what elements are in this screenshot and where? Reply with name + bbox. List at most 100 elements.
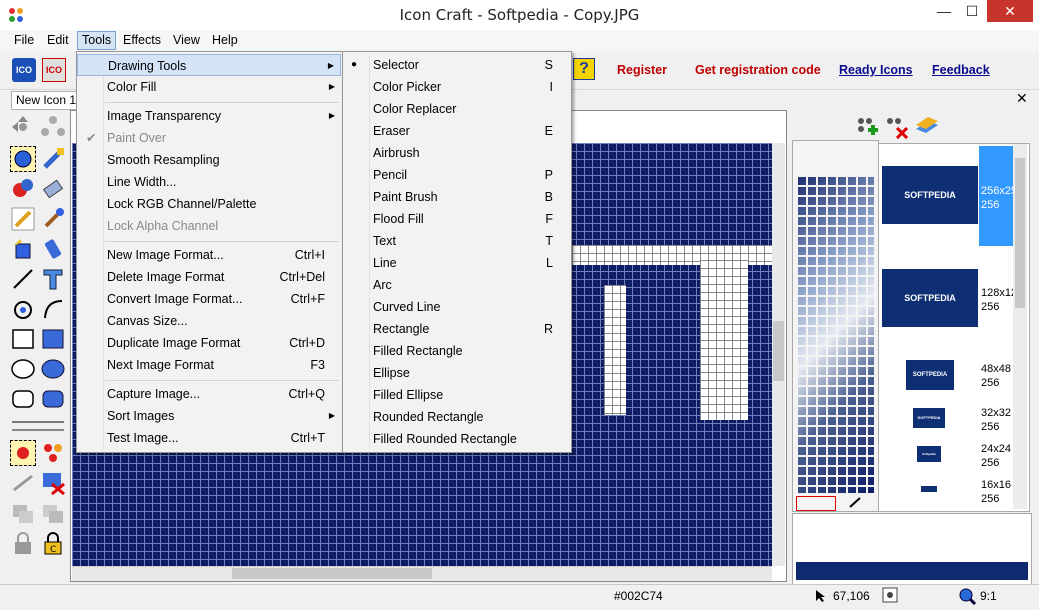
paint-mode-single-icon[interactable]	[10, 440, 36, 466]
menu-view[interactable]: View	[169, 32, 204, 49]
maximize-button[interactable]: ☐	[958, 0, 986, 22]
menu-tools[interactable]: Tools	[77, 31, 117, 50]
menu-item-convert-image-format[interactable]: Convert Image Format... Ctrl+F	[77, 288, 341, 310]
paint-brush-icon[interactable]	[40, 206, 66, 232]
rectangle-icon[interactable]	[10, 326, 36, 352]
format-thumbnail[interactable]: SOFTPEDIA	[882, 269, 978, 327]
horizontal-scrollbar[interactable]	[72, 566, 772, 581]
menu-item-filled-rectangle[interactable]: Filled Rectangle	[343, 340, 569, 362]
flood-fill-icon[interactable]	[10, 236, 36, 262]
menu-item-capture-image[interactable]: Capture Image... Ctrl+Q	[77, 383, 341, 405]
format-thumbnail[interactable]	[921, 486, 937, 492]
menu-item-ellipse[interactable]: Ellipse	[343, 362, 569, 384]
menu-item-next-image-format[interactable]: Next Image Format F3	[77, 354, 341, 376]
text-tool-icon[interactable]	[40, 266, 66, 292]
menu-item-sort-images[interactable]: Sort Images ▶	[77, 405, 341, 427]
menu-item-pencil[interactable]: Pencil P	[343, 164, 569, 186]
curved-line-icon[interactable]	[40, 296, 66, 322]
help-icon[interactable]: ?	[573, 58, 595, 80]
menu-item-filled-ellipse[interactable]: Filled Ellipse	[343, 384, 569, 406]
register-link[interactable]: Register	[617, 63, 667, 77]
menu-item-color-replacer[interactable]: Color Replacer	[343, 98, 569, 120]
menu-item-drawing-tools[interactable]: Drawing Tools ▶	[77, 54, 341, 76]
menu-item-color-picker[interactable]: Color Picker I	[343, 76, 569, 98]
menu-item-delete-image-format[interactable]: Delete Image Format Ctrl+Del	[77, 266, 341, 288]
menu-item-lock-rgb[interactable]: Lock RGB Channel/Palette	[77, 193, 341, 215]
menu-item-canvas-size[interactable]: Canvas Size...	[77, 310, 341, 332]
menu-item-rounded-rectangle[interactable]: Rounded Rectangle	[343, 406, 569, 428]
smooth-line-icon[interactable]	[10, 470, 36, 496]
color-picker-icon[interactable]	[40, 146, 66, 172]
stack-icon[interactable]	[10, 500, 36, 526]
lock-icon[interactable]	[10, 530, 36, 556]
line-tool-icon[interactable]	[10, 266, 36, 292]
eraser-icon[interactable]	[40, 176, 66, 202]
resize-arrows-icon[interactable]	[40, 114, 66, 140]
menu-effects[interactable]: Effects	[119, 32, 165, 49]
menu-item-lock-alpha[interactable]: Lock Alpha Channel	[77, 215, 341, 237]
menu-item-flood-fill[interactable]: Flood Fill F	[343, 208, 569, 230]
menu-item-selector[interactable]: ● Selector S	[343, 54, 569, 76]
zoom-icon[interactable]	[958, 587, 977, 606]
airbrush-icon[interactable]	[40, 236, 66, 262]
arc-tool-icon[interactable]	[10, 296, 36, 322]
menu-edit[interactable]: Edit	[43, 32, 73, 49]
line-width-icon[interactable]	[10, 416, 66, 436]
get-code-link[interactable]: Get registration code	[695, 63, 821, 77]
format-thumbnail[interactable]: SOFTPEDIA	[906, 360, 954, 390]
selector-tool-icon[interactable]	[10, 146, 36, 172]
format-thumbnail[interactable]: Softpedia	[917, 446, 941, 462]
menu-file[interactable]: File	[10, 32, 38, 49]
menu-item-curved-line[interactable]: Curved Line	[343, 296, 569, 318]
image-format-list[interactable]: SOFTPEDIA 256x256 256 SOFTPEDIA 128x128 …	[878, 143, 1030, 512]
minimize-button[interactable]: —	[930, 0, 958, 22]
menu-item-paint-over[interactable]: ✔ Paint Over	[77, 127, 341, 149]
paint-mode-multi-icon[interactable]	[40, 440, 66, 466]
move-arrows-icon[interactable]	[10, 114, 36, 140]
color-palette-grid[interactable]	[796, 175, 874, 493]
menu-item-test-image[interactable]: Test Image... Ctrl+T	[77, 427, 341, 449]
palette-bottom-swatch[interactable]	[796, 496, 836, 511]
format-thumbnail[interactable]: SOFTPEDIA	[882, 166, 978, 224]
eyedropper-icon[interactable]	[848, 496, 862, 509]
transparency-icon[interactable]	[40, 470, 66, 496]
color-replacer-icon[interactable]	[10, 176, 36, 202]
layers-icon[interactable]	[914, 115, 940, 139]
ellipse-icon[interactable]	[10, 356, 36, 382]
vertical-scrollbar[interactable]	[772, 143, 785, 566]
menu-item-line[interactable]: Line L	[343, 252, 569, 274]
menu-help[interactable]: Help	[208, 32, 242, 49]
menu-item-text[interactable]: Text T	[343, 230, 569, 252]
add-format-icon[interactable]	[855, 115, 879, 139]
format-thumbnail[interactable]: SOFTPEDIA	[913, 408, 945, 428]
menu-item-smooth-resampling[interactable]: Smooth Resampling	[77, 149, 341, 171]
delete-format-icon[interactable]	[884, 115, 909, 140]
menu-item-eraser[interactable]: Eraser E	[343, 120, 569, 142]
menu-item-line-width[interactable]: Line Width...	[77, 171, 341, 193]
menu-item-new-image-format[interactable]: New Image Format... Ctrl+I	[77, 244, 341, 266]
pencil-icon[interactable]	[10, 206, 36, 232]
scroll-thumb[interactable]	[1015, 158, 1025, 308]
filled-rectangle-icon[interactable]	[40, 326, 66, 352]
close-button[interactable]: ✕	[987, 0, 1033, 22]
menu-item-paint-brush[interactable]: Paint Brush B	[343, 186, 569, 208]
tab-new-icon-1[interactable]: New Icon 1	[11, 91, 79, 110]
ready-icons-link[interactable]: Ready Icons	[839, 63, 913, 77]
menu-item-airbrush[interactable]: Airbrush	[343, 142, 569, 164]
filled-rounded-rectangle-icon[interactable]	[40, 386, 66, 412]
menu-item-filled-rounded-rectangle[interactable]: Filled Rounded Rectangle	[343, 428, 569, 450]
menu-item-image-transparency[interactable]: Image Transparency ▶	[77, 105, 341, 127]
close-document-icon[interactable]: ✕	[1016, 90, 1028, 107]
scroll-thumb[interactable]	[232, 568, 432, 579]
feedback-link[interactable]: Feedback	[932, 63, 990, 77]
scroll-thumb[interactable]	[773, 321, 784, 381]
menu-item-arc[interactable]: Arc	[343, 274, 569, 296]
lock-color-icon[interactable]: C	[40, 530, 66, 556]
ico-file-icon[interactable]: ICO	[12, 58, 36, 82]
filled-ellipse-icon[interactable]	[40, 356, 66, 382]
preview-scrollbar[interactable]	[1013, 144, 1027, 509]
menu-item-rectangle[interactable]: Rectangle R	[343, 318, 569, 340]
ico-export-icon[interactable]: ICO	[42, 58, 66, 82]
menu-item-color-fill[interactable]: Color Fill ▶	[77, 76, 341, 98]
menu-item-duplicate-image-format[interactable]: Duplicate Image Format Ctrl+D	[77, 332, 341, 354]
